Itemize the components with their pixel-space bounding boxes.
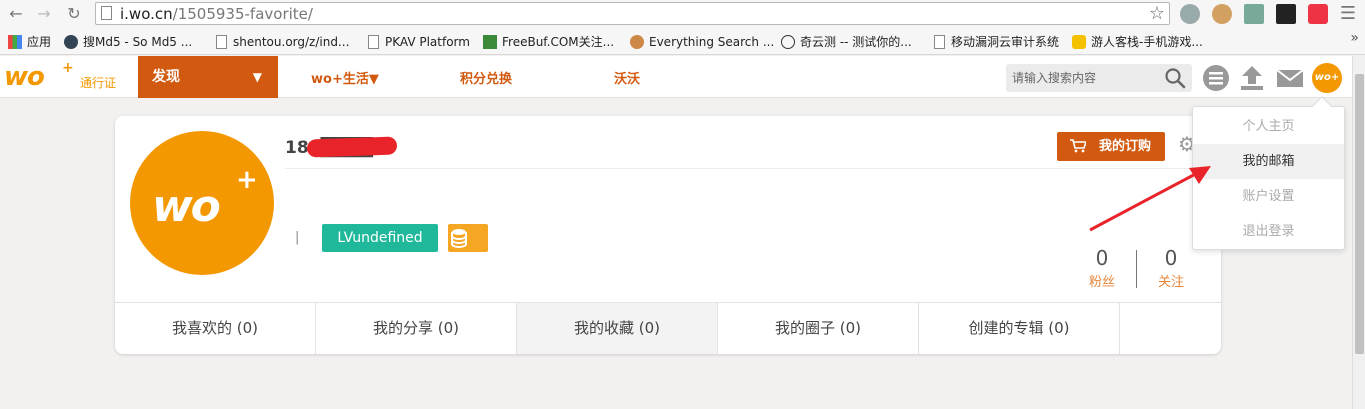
nav-wo-life[interactable]: wo+生活▼ bbox=[311, 68, 379, 87]
freebuf-icon bbox=[483, 34, 497, 49]
menu-item-account-settings[interactable]: 账户设置 bbox=[1193, 179, 1344, 214]
reload-icon[interactable]: ↻ bbox=[64, 4, 84, 24]
menu-icon[interactable]: ☰ bbox=[1338, 4, 1358, 24]
tab-albums[interactable]: 创建的专辑 (0) bbox=[919, 303, 1120, 354]
scrollbar-thumb[interactable] bbox=[1355, 74, 1364, 354]
trophy-icon bbox=[1072, 34, 1086, 49]
avatar-plus: + bbox=[236, 165, 258, 195]
tab-likes[interactable]: 我喜欢的 (0) bbox=[115, 303, 316, 354]
followers-count: 0 bbox=[1095, 246, 1109, 270]
profile-tabs: 我喜欢的 (0) 我的分享 (0) 我的收藏 (0) 我的圈子 (0) 创建的专… bbox=[115, 302, 1221, 354]
separator: | bbox=[295, 230, 300, 245]
site-header: wo + 通行证 发现 ▼ wo+生活▼ 积分兑换 沃沃 bbox=[0, 56, 1352, 98]
following-stat[interactable]: 0 关注 bbox=[1151, 246, 1191, 290]
menu-item-mailbox[interactable]: 我的邮箱 bbox=[1193, 144, 1344, 179]
following-count: 0 bbox=[1164, 246, 1178, 270]
file-icon bbox=[216, 34, 227, 49]
avatar-logo: wo bbox=[152, 181, 221, 232]
bookmark-item[interactable]: PKAV Platform bbox=[368, 33, 470, 50]
bookmark-item[interactable]: Everything Search ... bbox=[630, 33, 774, 50]
more-bookmarks-button[interactable]: » bbox=[1350, 30, 1359, 46]
bookmark-item[interactable]: 游人客栈-手机游戏... bbox=[1072, 33, 1203, 50]
list-menu-icon[interactable] bbox=[1202, 64, 1230, 92]
tab-favorites[interactable]: 我的收藏 (0) bbox=[517, 303, 718, 354]
globe-extension-icon[interactable] bbox=[1180, 4, 1200, 24]
followers-stat[interactable]: 0 粉丝 bbox=[1082, 246, 1122, 290]
user-avatar-button[interactable]: wo+ bbox=[1312, 63, 1342, 93]
bookmark-item[interactable]: 搜Md5 - So Md5 ... bbox=[64, 33, 192, 50]
cookie-extension-icon[interactable] bbox=[1212, 4, 1232, 24]
redaction-mark bbox=[306, 136, 398, 158]
level-badge: LVundefined bbox=[322, 224, 438, 252]
search-input[interactable] bbox=[1006, 64, 1156, 92]
stat-divider bbox=[1136, 250, 1137, 288]
nav-wowo[interactable]: 沃沃 bbox=[614, 68, 640, 87]
bookmark-star-icon[interactable]: ☆ bbox=[1149, 3, 1165, 24]
profile-avatar: wo + bbox=[130, 131, 274, 275]
logo-plus: + bbox=[62, 60, 74, 76]
js-extension-icon[interactable] bbox=[1244, 4, 1264, 24]
bookmark-apps[interactable]: 应用 bbox=[8, 33, 51, 50]
followers-label: 粉丝 bbox=[1088, 275, 1115, 290]
nav-points-exchange[interactable]: 积分兑换 bbox=[460, 68, 512, 87]
clock-icon bbox=[781, 34, 795, 49]
divider bbox=[285, 168, 1205, 169]
discover-menu[interactable]: 发现 ▼ bbox=[138, 56, 278, 98]
logo-subtitle: 通行证 bbox=[80, 76, 117, 90]
file-icon bbox=[934, 34, 945, 49]
logo[interactable]: wo + 通行证 bbox=[4, 60, 120, 94]
page-scrollbar[interactable] bbox=[1352, 56, 1365, 409]
file-icon bbox=[368, 34, 379, 49]
triangle-down-icon: ▼ bbox=[252, 70, 262, 84]
profile-card: wo + 186████8 | LVundefined 我的订购 ⚙ 0 粉丝 … bbox=[115, 116, 1221, 354]
logo-wordmark: wo bbox=[4, 62, 45, 92]
tab-shares[interactable]: 我的分享 (0) bbox=[316, 303, 517, 354]
following-label: 关注 bbox=[1157, 275, 1184, 290]
menu-item-logout[interactable]: 退出登录 bbox=[1193, 214, 1344, 249]
red-extension-icon[interactable] bbox=[1308, 4, 1328, 24]
my-orders-button[interactable]: 我的订购 bbox=[1057, 132, 1165, 161]
coins-icon bbox=[451, 229, 467, 249]
discover-label: 发现 bbox=[152, 69, 180, 85]
address-bar[interactable]: i.wo.cn/1505935-favorite/ ☆ bbox=[95, 2, 1170, 25]
forward-icon[interactable]: → bbox=[34, 4, 54, 24]
browser-toolbar: ← → ↻ i.wo.cn/1505935-favorite/ ☆ ☰ bbox=[0, 0, 1365, 28]
search-icon[interactable] bbox=[1164, 67, 1186, 89]
mail-icon[interactable] bbox=[1276, 64, 1304, 92]
coin-badge bbox=[448, 224, 488, 252]
page-icon bbox=[101, 6, 112, 20]
bookmark-item[interactable]: FreeBuf.COM关注... bbox=[483, 33, 614, 50]
s-extension-icon[interactable] bbox=[1276, 4, 1296, 24]
md5-icon bbox=[64, 34, 78, 49]
search-box bbox=[1006, 64, 1192, 92]
bookmarks-bar: 应用 搜Md5 - So Md5 ... shentou.org/z/ind..… bbox=[0, 28, 1365, 55]
menu-item-profile[interactable]: 个人主页 bbox=[1193, 109, 1344, 144]
search-icon bbox=[630, 34, 644, 49]
tab-circles[interactable]: 我的圈子 (0) bbox=[718, 303, 919, 354]
cart-icon bbox=[1070, 139, 1086, 153]
apps-icon bbox=[8, 34, 22, 49]
order-label: 我的订购 bbox=[1098, 139, 1151, 154]
url-text: i.wo.cn/1505935-favorite/ bbox=[120, 5, 313, 23]
bookmark-item[interactable]: 移动漏洞云审计系统 bbox=[934, 33, 1059, 50]
annotation-arrow-icon bbox=[1089, 166, 1211, 232]
back-icon[interactable]: ← bbox=[6, 4, 26, 24]
upload-icon[interactable] bbox=[1238, 64, 1266, 92]
bookmark-item[interactable]: shentou.org/z/ind... bbox=[216, 33, 349, 50]
bookmark-item[interactable]: 奇云测 -- 测试你的... bbox=[781, 33, 912, 50]
